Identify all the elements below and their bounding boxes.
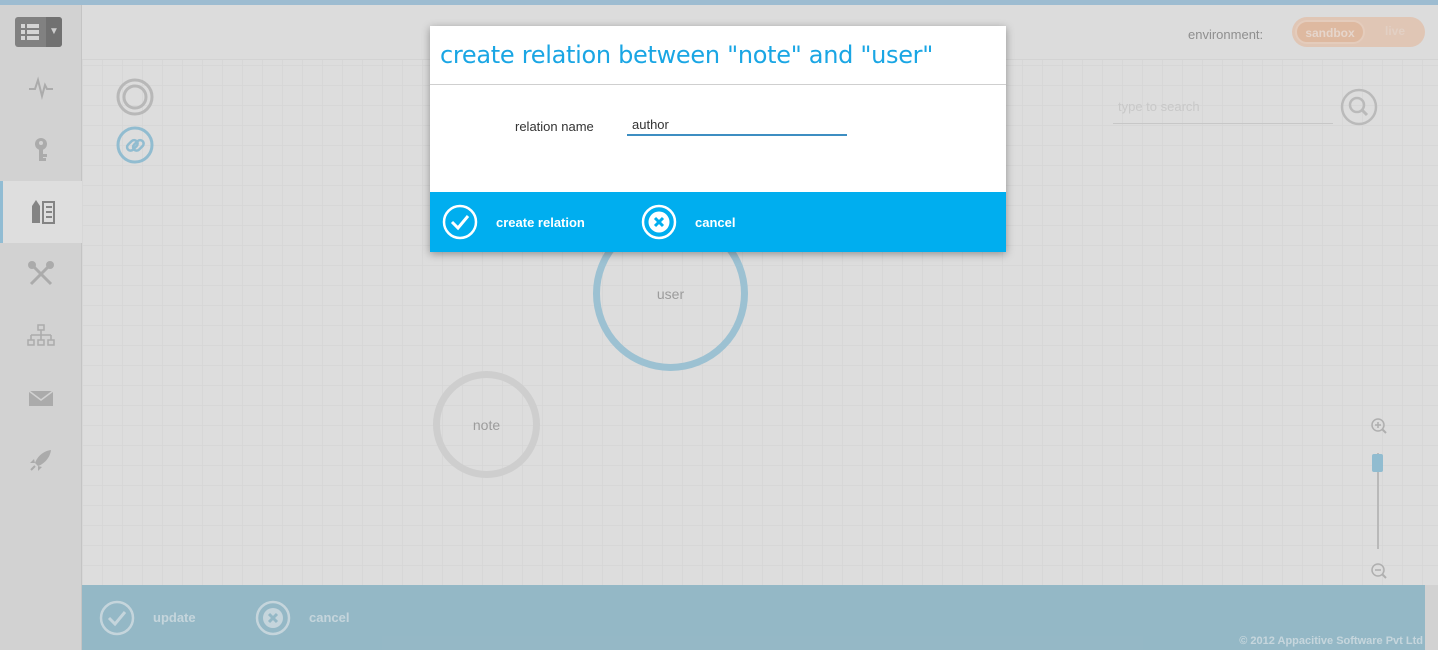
create-relation-label: create relation [496,214,585,230]
dialog-footer: create relation cancel [430,192,1006,252]
create-relation-dialog: create relation between "note" and "user… [430,26,1006,252]
close-circle-icon [641,204,677,240]
relation-name-input[interactable] [627,114,847,136]
dialog-title: create relation between "note" and "user… [440,41,933,69]
dialog-cancel-button[interactable]: cancel [641,192,735,252]
dialog-cancel-label: cancel [695,214,736,230]
dialog-divider [430,84,1006,85]
relation-name-label: relation name [515,119,594,134]
check-circle-icon [442,204,478,240]
create-relation-button[interactable]: create relation [442,192,585,252]
